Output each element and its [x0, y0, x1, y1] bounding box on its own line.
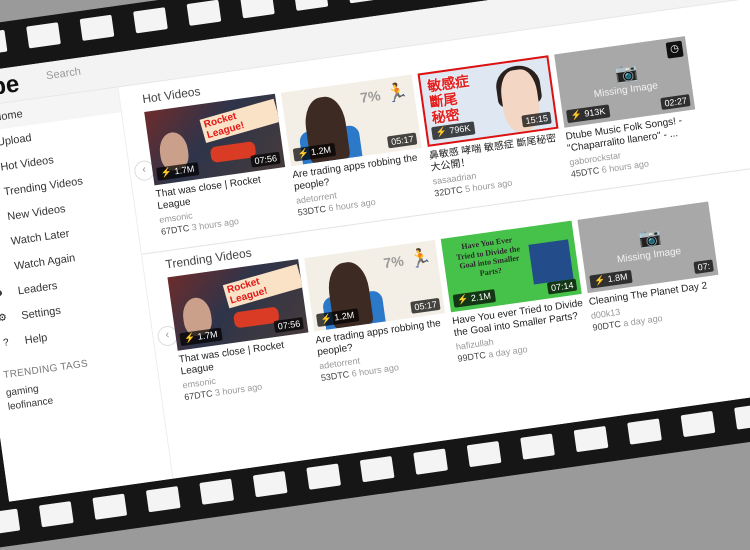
video-payout: 90DTC — [591, 318, 622, 333]
video-card[interactable]: 7% 🏃 ⚡ 1.2M 05:17 Are trading apps robbing t… — [280, 74, 429, 218]
video-thumbnail[interactable]: 7% 🏃 ⚡ 1.2M 05:17 — [304, 239, 446, 332]
running-man-icon: 🏃 — [407, 246, 433, 270]
duration-badge: 07:56 — [250, 151, 281, 168]
gear-icon: ⚙ — [0, 312, 8, 325]
video-card[interactable]: Rocket League! ⚡ 1.7M 07:56 That was close … — [144, 93, 292, 237]
film-hole — [627, 418, 662, 445]
film-hole — [0, 508, 21, 535]
film-hole — [26, 22, 61, 49]
film-hole — [199, 478, 235, 505]
thumbnail-picture — [528, 239, 574, 285]
thumbnail-caption: Rocket League! — [222, 264, 304, 309]
video-payout: 99DTC — [456, 349, 487, 364]
thumbnail-car — [232, 306, 280, 329]
sidebar-item-label: Leaders — [17, 279, 59, 297]
video-thumbnail[interactable]: 敏感症 斷尾 秘密 ⚡ 796K 15:15 — [417, 55, 559, 147]
view-count-badge: ⚡ 2.1M — [452, 289, 496, 308]
video-payout: 45DTC — [570, 165, 600, 180]
film-hole — [347, 0, 382, 4]
film-hole — [359, 455, 395, 483]
duration-badge: 07:14 — [547, 278, 578, 295]
film-hole — [186, 0, 222, 26]
sidebar-item-label: Hot Videos — [0, 153, 55, 174]
video-card[interactable]: 📷 Missing Image ◷ ⚡ 913K 02:27 Dtube Music Fo… — [554, 36, 702, 179]
sidebar-item-label: Help — [23, 331, 49, 347]
film-hole — [573, 425, 609, 453]
film-hole — [145, 486, 181, 513]
video-thumbnail[interactable]: 📷 Missing Image ◷ ⚡ 913K 02:27 — [554, 36, 696, 128]
video-thumbnail[interactable]: 📷 Missing Image ⚡ 1.8M 07: — [577, 201, 719, 294]
sidebar-item-label: Settings — [20, 304, 62, 322]
thumbnail-car — [209, 141, 257, 164]
duration-badge: 07: — [693, 259, 714, 274]
video-thumbnail[interactable]: Rocket League! ⚡ 1.7M 07:56 — [144, 93, 286, 186]
view-count-badge: ⚡ 913K — [566, 104, 611, 124]
camera-icon: 📷 — [637, 226, 663, 250]
video-thumbnail[interactable]: Rocket League! ⚡ 1.7M 07:56 — [167, 259, 309, 351]
video-payout: 67DTC — [183, 388, 214, 403]
video-card[interactable]: 7% 🏃 ⚡ 1.2M 05:17 Are trading apps robbing t… — [304, 239, 452, 384]
history-icon: ↺ — [0, 262, 3, 275]
thumbnail-percent: 7% — [359, 87, 382, 106]
thumbnail-percent: 7% — [382, 252, 405, 272]
film-hole — [92, 493, 128, 520]
film-hole — [133, 7, 168, 34]
sidebar-item-label: New Videos — [6, 202, 67, 223]
film-hole — [413, 448, 449, 475]
clock-icon[interactable]: ◷ — [665, 40, 684, 59]
duration-badge: 05:17 — [410, 297, 441, 314]
video-payout: 67DTC — [160, 222, 190, 237]
film-hole — [680, 410, 716, 438]
thumbnail-caption: 敏感症 斷尾 秘密 — [426, 72, 471, 127]
sidebar-item-label: Watch Again — [13, 251, 76, 273]
film-hole — [306, 463, 342, 490]
video-card[interactable]: 📷 Missing Image ⚡ 1.8M 07: Cleaning The Plan… — [577, 201, 725, 344]
film-hole — [466, 440, 502, 468]
duration-badge: 05:17 — [387, 132, 418, 149]
duration-badge: 02:27 — [660, 94, 691, 110]
view-count-badge: ⚡ 1.8M — [589, 269, 633, 289]
video-payout: 53DTC — [296, 203, 327, 218]
help-icon: ? — [2, 337, 10, 349]
film-hole — [0, 29, 8, 56]
thumbnail-caption: Have You Ever Tried to Divide the Goal i… — [455, 235, 521, 278]
video-payout: 53DTC — [320, 369, 350, 384]
video-card[interactable]: Have You Ever Tried to Divide the Goal i… — [440, 220, 589, 364]
film-hole — [38, 501, 74, 528]
video-thumbnail[interactable]: Have You Ever Tried to Divide the Goal i… — [440, 220, 582, 313]
sidebar-item-label: Upload — [0, 131, 33, 149]
running-man-icon: 🏃 — [384, 81, 410, 105]
video-thumbnail[interactable]: 7% 🏃 ⚡ 1.2M 05:17 — [280, 74, 422, 167]
film-hole — [293, 0, 329, 11]
thumbnail-caption: Rocket League! — [199, 98, 281, 143]
video-card[interactable]: Rocket League! ⚡ 1.7M 07:56 That was close … — [167, 259, 315, 402]
film-hole — [734, 403, 750, 430]
video-card[interactable]: 敏感症 斷尾 秘密 ⚡ 796K 15:15 鼻敏感 哮喘 敏感症 斷尾秘密大公開！ s… — [417, 55, 566, 199]
film-hole — [252, 471, 288, 498]
film-strip-frame: Dtube Search ⌂Home⇪Upload♨Hot Videos♕Tre… — [0, 0, 750, 550]
duration-badge: 07:56 — [274, 317, 304, 333]
video-payout: 32DTC — [433, 184, 464, 199]
film-hole — [79, 14, 115, 41]
users-icon: ☻ — [0, 287, 6, 300]
sidebar-item-label: Home — [0, 107, 24, 124]
sidebar-item-label: Watch Later — [10, 227, 71, 248]
duration-badge: 15:15 — [521, 111, 552, 128]
film-hole — [240, 0, 275, 19]
camera-icon: 📷 — [614, 61, 640, 85]
film-hole — [520, 433, 555, 460]
